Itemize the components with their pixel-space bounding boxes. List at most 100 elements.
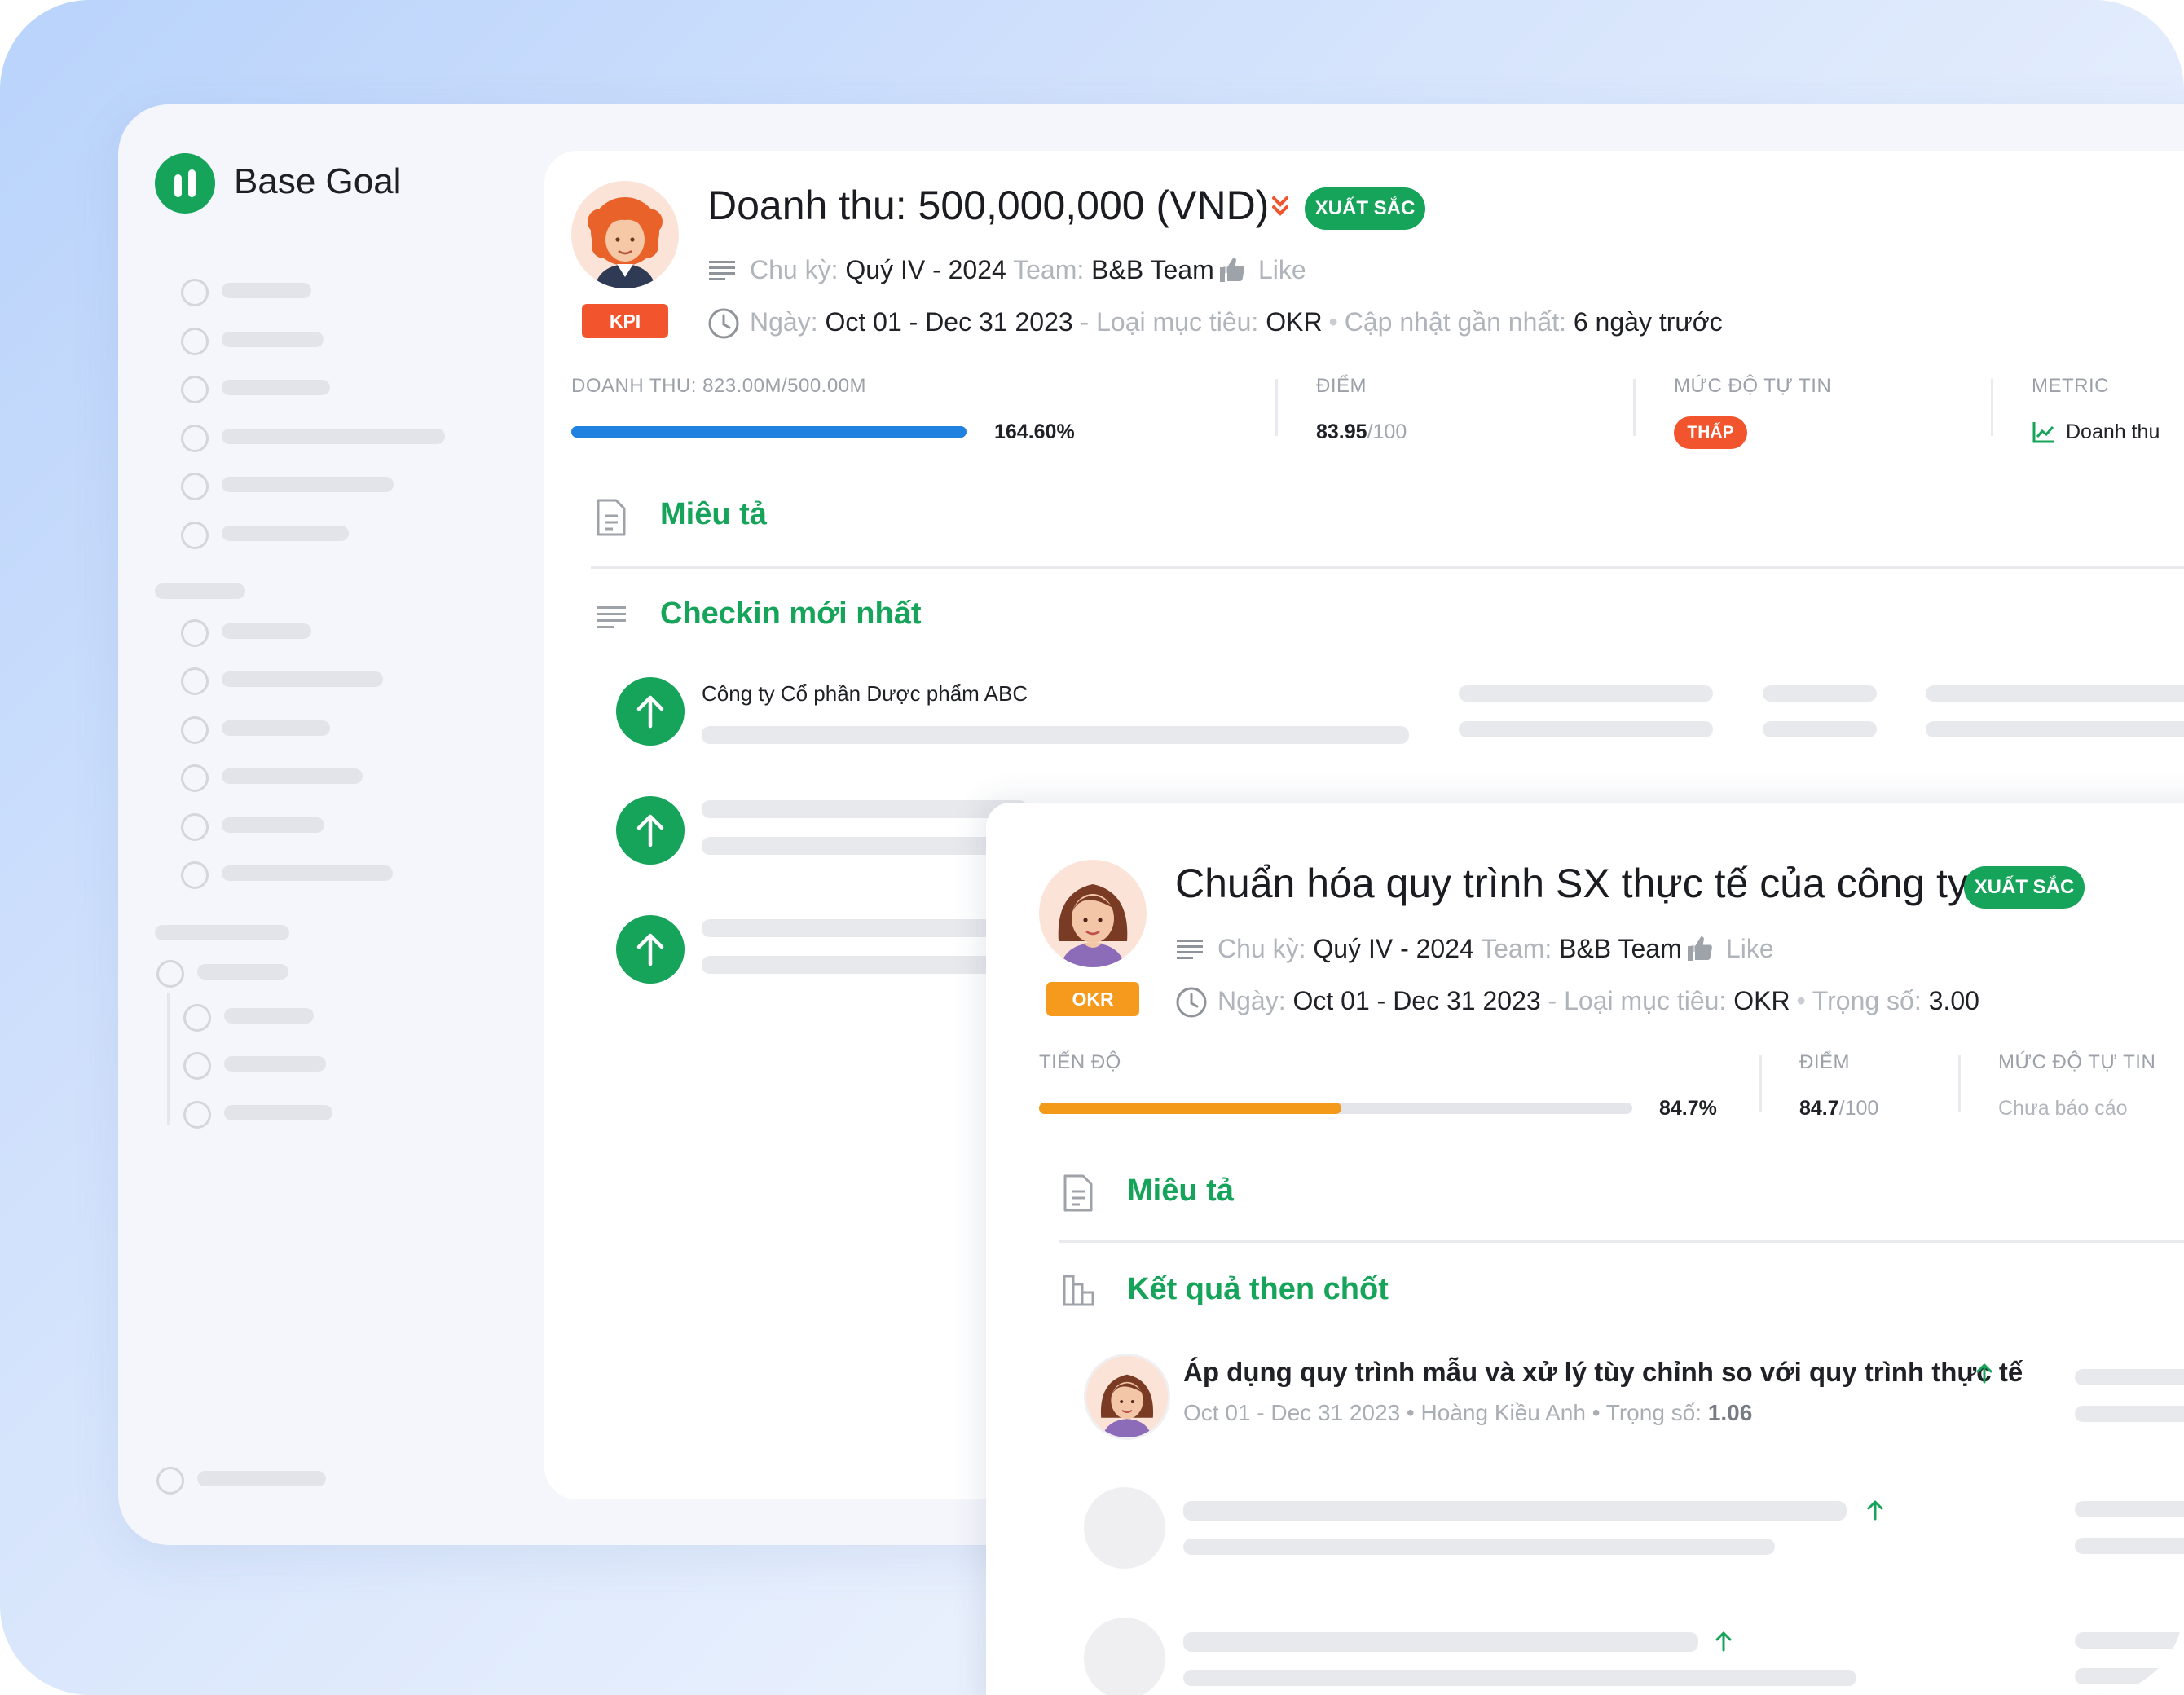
- circle-icon[interactable]: [181, 667, 209, 695]
- description-title[interactable]: Miêu tả: [1127, 1173, 1234, 1209]
- score-value: 84.7/100: [1799, 1097, 1879, 1120]
- circle-icon[interactable]: [183, 1052, 211, 1080]
- arrow-up-icon[interactable]: [616, 915, 685, 984]
- sidebar-item[interactable]: [222, 380, 330, 395]
- weight-value: 3.00: [1928, 986, 1979, 1015]
- confidence-value: Chưa báo cáo: [1998, 1097, 2128, 1120]
- goal-title[interactable]: Doanh thu: 500,000,000 (VND): [707, 182, 1269, 229]
- progress-value: 84.7%: [1659, 1097, 1717, 1120]
- checkin-title[interactable]: Checkin mới nhất: [660, 597, 922, 632]
- key-result-title[interactable]: Áp dụng quy trình mẫu và xử lý tùy chỉnh…: [1183, 1357, 2023, 1388]
- chart-line-icon: [2032, 422, 2054, 443]
- circle-icon[interactable]: [156, 1467, 184, 1495]
- divider: [1991, 379, 1993, 436]
- sidebar-item[interactable]: [222, 720, 330, 736]
- like-label[interactable]: Like: [1726, 934, 1774, 964]
- lines-icon: [1177, 940, 1203, 959]
- rating-badge: XUẤT SẮC: [1305, 187, 1425, 230]
- weight-label: Trọng số:: [1812, 986, 1922, 1015]
- thumb-up-icon[interactable]: [1217, 255, 1247, 284]
- logo-icon[interactable]: [155, 153, 215, 214]
- sidebar-item[interactable]: [222, 671, 383, 687]
- arrow-up-icon: [1867, 1500, 1883, 1521]
- sidebar-item[interactable]: [222, 332, 324, 347]
- arrow-up-icon[interactable]: [616, 796, 685, 865]
- date-value: Oct 01 - Dec 31 2023: [825, 307, 1073, 337]
- circle-icon[interactable]: [181, 861, 209, 889]
- cycle-label: Chu kỳ:: [750, 255, 839, 284]
- team-label: Team:: [1013, 255, 1085, 284]
- sidebar-item[interactable]: [222, 768, 363, 784]
- avatar: [571, 181, 679, 288]
- double-chevron-down-icon: [1272, 196, 1288, 216]
- progress-bar: [571, 426, 967, 438]
- circle-icon[interactable]: [183, 1101, 211, 1129]
- progress-fill: [1039, 1103, 1341, 1114]
- avatar-placeholder: [1084, 1487, 1165, 1569]
- placeholder: [1926, 721, 2184, 737]
- sidebar-footer-item[interactable]: [197, 1471, 326, 1486]
- clock-icon: [708, 308, 739, 339]
- thumb-up-icon[interactable]: [1685, 934, 1715, 963]
- date-label: Ngày:: [1217, 986, 1286, 1015]
- circle-icon[interactable]: [181, 376, 209, 403]
- sidebar-item[interactable]: [222, 283, 311, 298]
- sidebar-item[interactable]: [222, 477, 394, 492]
- lines-icon: [709, 261, 735, 280]
- circle-icon[interactable]: [181, 328, 209, 355]
- sidebar-subitem[interactable]: [224, 1105, 332, 1120]
- placeholder: [1183, 1670, 1856, 1686]
- okr-title[interactable]: Chuẩn hóa quy trình SX thực tế của công …: [1175, 860, 1968, 907]
- circle-icon[interactable]: [181, 716, 209, 744]
- progress-label: DOANH THU: 823.00M/500.00M: [571, 375, 867, 397]
- team-value[interactable]: B&B Team: [1091, 255, 1214, 284]
- placeholder: [1183, 1539, 1775, 1555]
- circle-icon[interactable]: [156, 960, 184, 988]
- placeholder: [2075, 1369, 2184, 1385]
- key-result-meta: Oct 01 - Dec 31 2023 • Hoàng Kiều Anh • …: [1183, 1400, 1753, 1425]
- type-value: OKR: [1733, 986, 1790, 1015]
- placeholder: [702, 726, 1409, 744]
- team-value[interactable]: B&B Team: [1559, 934, 1682, 963]
- description-title[interactable]: Miêu tả: [660, 497, 767, 532]
- metric-value: Doanh thu: [2066, 420, 2160, 443]
- circle-icon[interactable]: [181, 473, 209, 500]
- circle-icon[interactable]: [181, 279, 209, 306]
- goal-meta-row-2: Ngày: Oct 01 - Dec 31 2023 - Loại mục ti…: [750, 307, 1723, 337]
- sidebar-group-label: [155, 925, 289, 940]
- rating-badge: XUẤT SẮC: [1964, 866, 2085, 909]
- cycle-value: Quý IV - 2024: [845, 255, 1006, 284]
- placeholder: [702, 800, 1028, 818]
- placeholder: [1459, 685, 1713, 702]
- placeholder: [1763, 685, 1877, 702]
- circle-icon[interactable]: [181, 764, 209, 792]
- placeholder: [1459, 721, 1713, 737]
- circle-icon[interactable]: [181, 425, 209, 452]
- circle-icon[interactable]: [181, 522, 209, 549]
- divider: [591, 566, 2184, 569]
- sidebar-subitem[interactable]: [224, 1008, 314, 1024]
- circle-icon[interactable]: [181, 813, 209, 841]
- sidebar-item[interactable]: [222, 865, 393, 881]
- checkin-company[interactable]: Công ty Cổ phần Dược phẩm ABC: [702, 681, 1028, 707]
- placeholder: [2075, 1501, 2184, 1517]
- progress-label: TIẾN ĐỘ: [1039, 1051, 1121, 1073]
- divider: [1633, 379, 1636, 436]
- avatar: [1039, 860, 1147, 967]
- circle-icon[interactable]: [181, 619, 209, 647]
- sidebar-item[interactable]: [222, 526, 349, 541]
- sidebar-item[interactable]: [222, 429, 445, 444]
- sidebar-item[interactable]: [222, 623, 311, 639]
- sidebar-item[interactable]: [197, 964, 288, 980]
- background: Base Goal KPI Doanh thu: 500,000,000 (VN…: [0, 0, 2184, 1695]
- tree-line: [167, 993, 170, 1125]
- like-label[interactable]: Like: [1258, 255, 1306, 285]
- key-results-title[interactable]: Kết quả then chốt: [1127, 1272, 1389, 1307]
- sidebar-item[interactable]: [222, 817, 324, 833]
- placeholder: [1763, 721, 1877, 737]
- arrow-up-icon[interactable]: [616, 677, 685, 746]
- circle-icon[interactable]: [183, 1004, 211, 1032]
- clock-icon: [1176, 987, 1207, 1018]
- sidebar-subitem[interactable]: [224, 1056, 326, 1072]
- lines-icon: [597, 606, 626, 628]
